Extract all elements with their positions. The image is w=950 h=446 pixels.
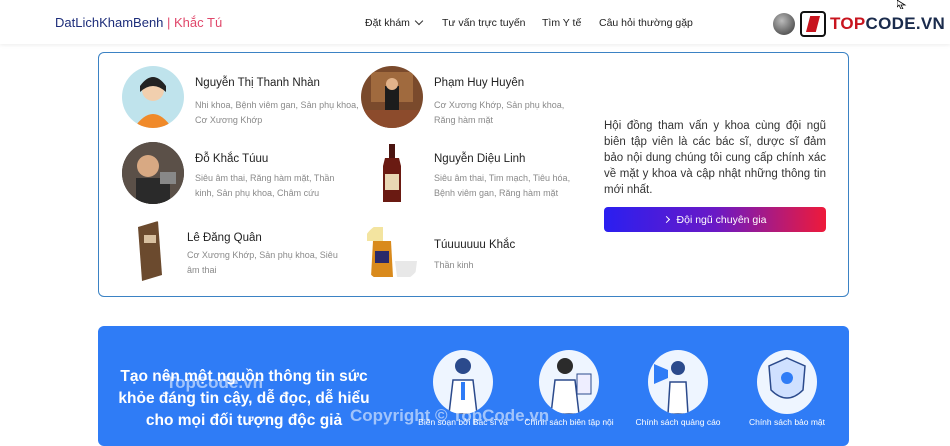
topcode-mark-icon xyxy=(800,11,826,37)
expert-specialties: Cơ Xương Khớp, Sản phụ khoa, Siêu âm tha… xyxy=(187,250,338,275)
nav-dat-kham[interactable]: Đặt khám xyxy=(365,16,424,29)
brand-link[interactable]: DatLichKhamBenh | Khắc Tú xyxy=(55,15,222,30)
expert-team-button-label: Đội ngũ chuyên gia xyxy=(676,213,767,226)
expert-specialties: Thần kinh xyxy=(434,260,474,270)
expert-photo xyxy=(122,142,184,204)
brand-separator: | xyxy=(163,15,175,30)
megaphone-illustration-icon xyxy=(648,350,708,414)
expert-specialties: Nhi khoa, Bệnh viêm gan, Sản phụ khoa, C… xyxy=(195,100,359,125)
expert-photo xyxy=(122,66,184,128)
editor-illustration-icon xyxy=(539,350,599,414)
expert-name: Nguyễn Thị Thanh Nhàn xyxy=(195,77,320,89)
nav-dat-kham-label: Đặt khám xyxy=(365,17,410,29)
shield-illustration-icon xyxy=(757,350,817,414)
top-navbar: DatLichKhamBenh | Khắc Tú Đặt khám Tư vấ… xyxy=(0,0,950,44)
watermark-copyright: Copyright © TopCode.vn xyxy=(350,406,550,425)
policy-label: Chính sách quảng cáo xyxy=(635,417,721,427)
nav-tu-van[interactable]: Tư vấn trực tuyến xyxy=(442,17,526,29)
expert-photo xyxy=(361,66,423,128)
expert-specialties: Siêu âm thai, Tim mạch, Tiêu hóa, Bệnh v… xyxy=(434,173,571,198)
mouse-cursor-icon xyxy=(897,0,907,9)
nav-tim-y-te[interactable]: Tìm Y tế xyxy=(542,17,581,29)
expert-name: Phạm Huy Huyên xyxy=(434,77,525,89)
brand-author: Khắc Tú xyxy=(174,15,223,30)
logo-text-top: TOP xyxy=(830,14,866,33)
chevron-right-icon xyxy=(662,215,670,224)
brand-name: DatLichKhamBenh xyxy=(55,15,164,30)
expert-photo xyxy=(122,221,184,283)
policy-label: Chính sách bảo mật xyxy=(748,417,826,427)
expert-photo xyxy=(361,142,423,204)
expert-specialties: Cơ Xương Khớp, Sản phụ khoa, Răng hàm mặ… xyxy=(434,100,565,125)
expert-name: Lê Đăng Quân xyxy=(187,232,262,244)
expert-specialties: Siêu âm thai, Răng hàm mặt, Thần kinh, S… xyxy=(195,173,335,198)
chevron-down-icon xyxy=(414,16,424,26)
expert-name: Đỗ Khắc Túuu xyxy=(195,153,269,165)
topcode-logo: TOPCODE.VN xyxy=(800,9,945,39)
policy-advertising[interactable]: Chính sách quảng cáo xyxy=(630,350,726,427)
doctor-illustration-icon xyxy=(433,350,493,414)
logo-text-code: CODE.VN xyxy=(865,14,946,33)
expert-name: Nguyễn Diệu Linh xyxy=(434,153,526,165)
user-avatar[interactable] xyxy=(773,13,795,35)
expert-photo xyxy=(361,221,423,283)
watermark-topcode: TopCode.vn xyxy=(166,373,263,392)
nav-cau-hoi[interactable]: Câu hỏi thường gặp xyxy=(599,17,693,29)
expert-name: Túuuuuuu Khắc xyxy=(434,239,516,251)
expert-team-button[interactable]: Đội ngũ chuyên gia xyxy=(604,207,826,232)
council-description: Hội đồng tham vấn y khoa cùng đội ngũ bi… xyxy=(604,120,826,196)
policy-privacy[interactable]: Chính sách bảo mật xyxy=(739,350,835,427)
